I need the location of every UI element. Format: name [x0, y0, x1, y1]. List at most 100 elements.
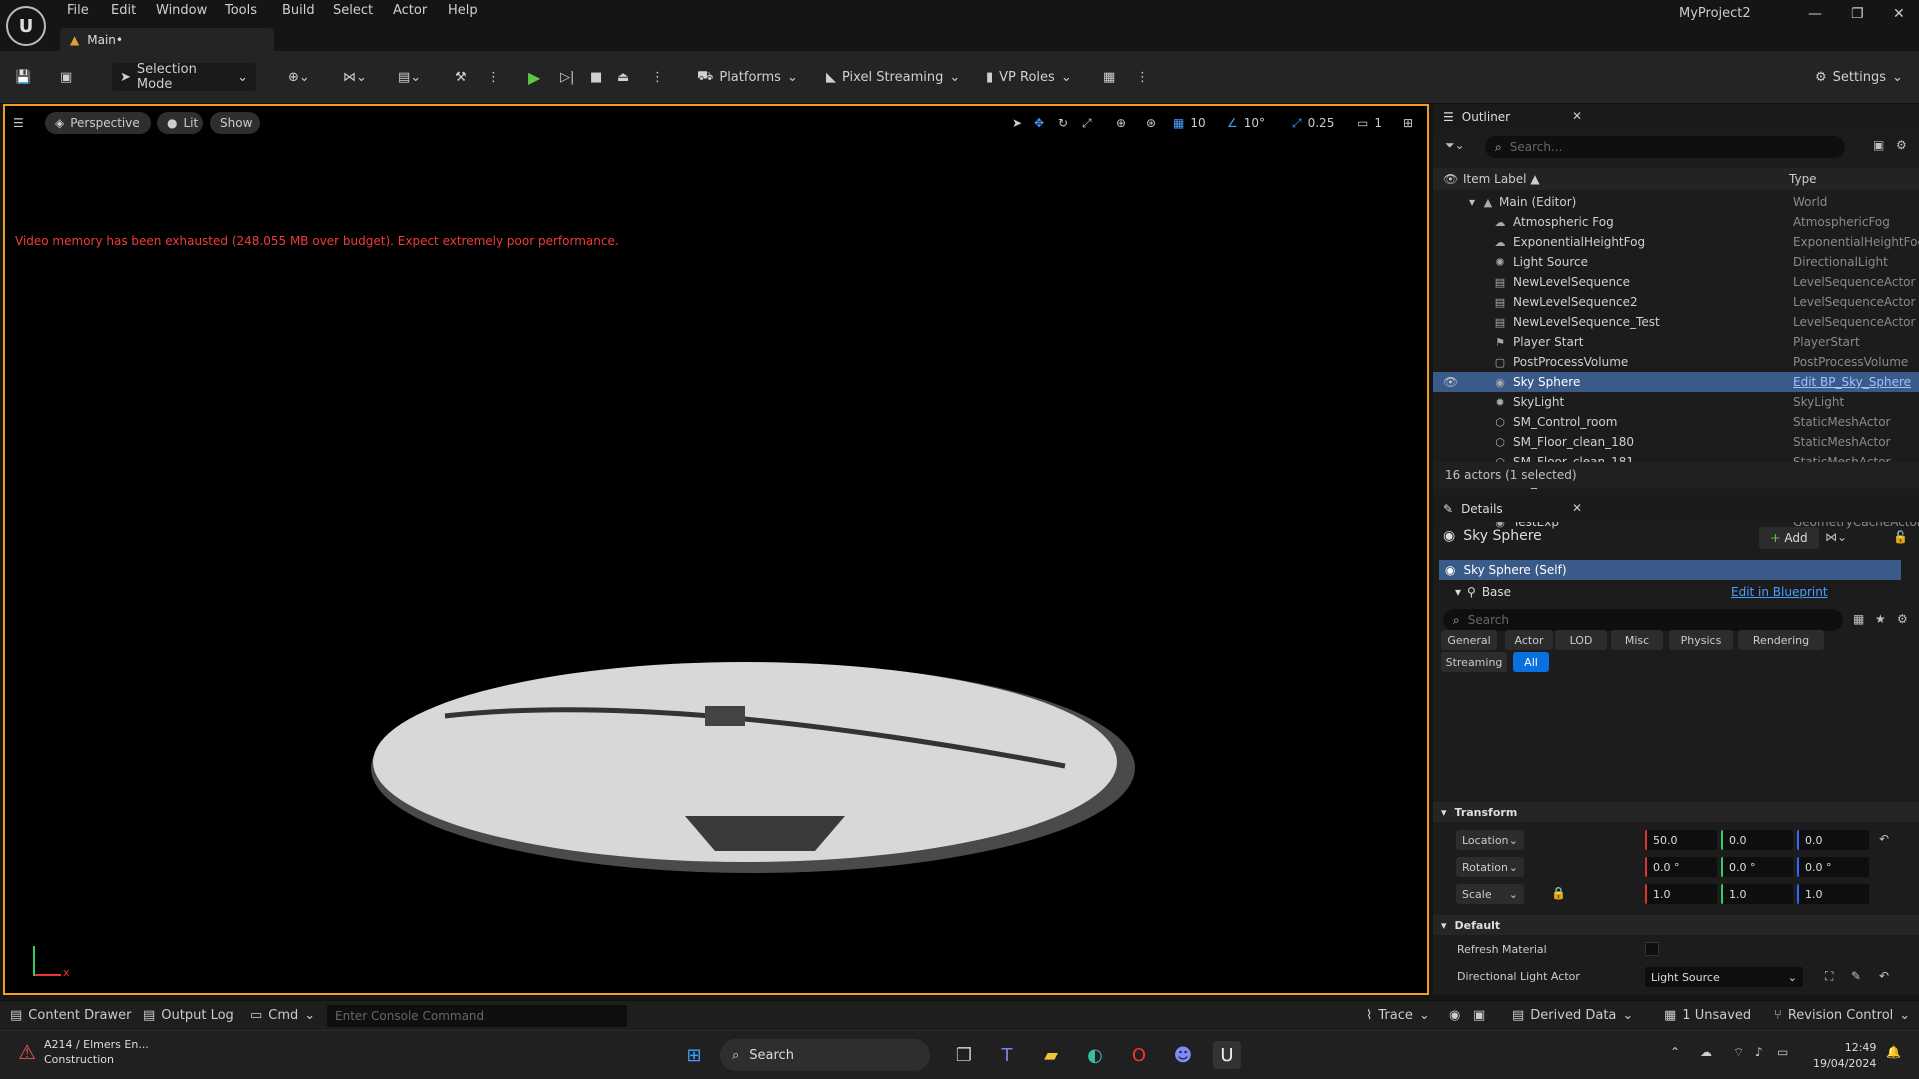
add-component-button[interactable]: + Add: [1759, 527, 1819, 549]
outliner-row[interactable]: ▢ PostProcessVolume PostProcessVolume: [1433, 352, 1919, 372]
unreal-logo-icon[interactable]: U: [6, 6, 46, 46]
browse-icon[interactable]: ▣: [60, 63, 72, 91]
close-icon[interactable]: ✕: [1572, 109, 1582, 123]
default-section[interactable]: ▾ Default: [1433, 915, 1919, 935]
clock[interactable]: 12:49 19/04/2024: [1813, 1040, 1876, 1072]
outliner-row[interactable]: ☁ Atmospheric Fog AtmosphericFog: [1433, 212, 1919, 232]
console-input[interactable]: Enter Console Command: [327, 1005, 627, 1027]
rotation-y-field[interactable]: 0.0 °: [1721, 857, 1793, 877]
outliner-row[interactable]: ✺ Light Source DirectionalLight: [1433, 252, 1919, 272]
cmd-dropdown[interactable]: ▭ Cmd ⌄: [250, 1008, 315, 1023]
more-icon[interactable]: ⋮: [487, 63, 500, 91]
blueprint-options-icon[interactable]: ⋈⌄: [1825, 530, 1847, 544]
discord-icon[interactable]: ☻: [1169, 1041, 1197, 1069]
menu-actor[interactable]: Actor: [393, 3, 427, 18]
filter-misc[interactable]: Misc: [1611, 630, 1663, 650]
lit-button[interactable]: ● Lit: [157, 112, 203, 134]
menu-select[interactable]: Select: [333, 3, 373, 18]
outliner-row[interactable]: ⬡ SM_Control_room StaticMeshActor: [1433, 412, 1919, 432]
notification-icon[interactable]: 🔔: [1886, 1045, 1901, 1059]
rotation-dropdown[interactable]: Rotation ⌄: [1456, 857, 1524, 877]
translate-tool-icon[interactable]: ✥: [1034, 112, 1044, 134]
task-view-icon[interactable]: ❐: [950, 1041, 978, 1069]
platforms-button[interactable]: ⛟ Platforms ⌄: [697, 63, 798, 91]
scale-y-field[interactable]: 1.0: [1721, 884, 1793, 904]
vp-roles-button[interactable]: ▮ VP Roles ⌄: [986, 63, 1072, 91]
filter-streaming[interactable]: Streaming: [1441, 652, 1507, 672]
reset-icon[interactable]: ↶: [1879, 832, 1889, 846]
menu-build[interactable]: Build: [282, 3, 315, 18]
world-icon[interactable]: ⊕: [1116, 112, 1126, 134]
volume-icon[interactable]: ♪: [1755, 1045, 1763, 1059]
refresh-material-checkbox[interactable]: [1645, 942, 1659, 956]
pixel-streaming-button[interactable]: ◣ Pixel Streaming ⌄: [826, 63, 960, 91]
outliner-row[interactable]: ☁ ExponentialHeightFog ExponentialHeightFo…: [1433, 232, 1919, 252]
record-icon[interactable]: ◉: [1449, 1008, 1460, 1023]
hamburger-menu-icon[interactable]: ☰: [13, 112, 24, 134]
play-icon[interactable]: ▶: [528, 63, 540, 91]
filter-physics[interactable]: Physics: [1669, 630, 1733, 650]
scale-z-field[interactable]: 1.0: [1797, 884, 1869, 904]
filter-general[interactable]: General: [1441, 630, 1497, 650]
gear-icon[interactable]: ⚙: [1897, 612, 1908, 626]
add-folder-icon[interactable]: ▣: [1873, 138, 1884, 152]
unreal-taskbar-icon[interactable]: U: [1213, 1041, 1241, 1069]
browse-icon[interactable]: ⛶: [1825, 969, 1833, 984]
menu-file[interactable]: File: [67, 3, 89, 18]
location-y-field[interactable]: 0.0: [1721, 830, 1793, 850]
rotate-tool-icon[interactable]: ↻: [1058, 112, 1068, 134]
add-actor-icon[interactable]: ⊕⌄: [288, 63, 310, 91]
visibility-icon[interactable]: 👁: [1443, 375, 1458, 389]
menu-help[interactable]: Help: [448, 3, 478, 18]
battery-icon[interactable]: ▭: [1777, 1045, 1788, 1059]
rotation-snap-button[interactable]: ∠ 10°: [1227, 112, 1265, 134]
details-tab[interactable]: ✎ Details ✕: [1433, 496, 1919, 522]
outliner-row[interactable]: ⬡ SM_Floor_clean_180 StaticMeshActor: [1433, 432, 1919, 452]
directional-light-actor-dropdown[interactable]: Light Source ⌄: [1645, 967, 1803, 987]
outliner-row[interactable]: 👁 ◉ Sky Sphere Edit BP_Sky_Sphere: [1433, 372, 1919, 392]
filter-lod[interactable]: LOD: [1555, 630, 1607, 650]
edge-icon[interactable]: ◐: [1081, 1041, 1109, 1069]
perspective-button[interactable]: ◈ Perspective: [45, 112, 151, 134]
tab-main[interactable]: ▲ Main•: [60, 28, 274, 52]
minimize-icon[interactable]: —: [1808, 6, 1822, 22]
selection-mode-dropdown[interactable]: ➤ Selection Mode ⌄: [112, 62, 256, 92]
outliner-search-input[interactable]: ⌕ Search...: [1485, 136, 1845, 158]
outliner-row[interactable]: ▤ NewLevelSequence LevelSequenceActor: [1433, 272, 1919, 292]
rotation-z-field[interactable]: 0.0 °: [1797, 857, 1869, 877]
outliner-root-row[interactable]: ▾ ▲ Main (Editor) World: [1433, 192, 1919, 212]
cinematics-icon[interactable]: ▤⌄: [398, 63, 421, 91]
camera-speed-button[interactable]: ▭ 1: [1357, 112, 1382, 134]
cloud-icon[interactable]: ☁: [1700, 1045, 1712, 1059]
derived-data-dropdown[interactable]: ▤ Derived Data ⌄: [1512, 1008, 1633, 1023]
menu-window[interactable]: Window: [156, 3, 207, 18]
location-z-field[interactable]: 0.0: [1797, 830, 1869, 850]
show-button[interactable]: Show: [210, 112, 260, 134]
table-view-icon[interactable]: ▦: [1853, 612, 1864, 626]
transform-section[interactable]: ▾ Transform: [1433, 802, 1919, 822]
opera-icon[interactable]: O: [1125, 1041, 1153, 1069]
scale-dropdown[interactable]: Scale ⌄: [1456, 884, 1524, 904]
device-icon[interactable]: ▦: [1103, 63, 1115, 91]
build-icon[interactable]: ⚒: [455, 63, 467, 91]
windows-start-icon[interactable]: ⊞: [680, 1041, 708, 1069]
save-icon[interactable]: 💾: [15, 63, 31, 91]
grid-snap-button[interactable]: ▦ 10: [1173, 112, 1206, 134]
scale-snap-button[interactable]: ⤢ 0.25: [1292, 112, 1334, 134]
trace-dropdown[interactable]: ⌇ Trace ⌄: [1366, 1008, 1430, 1023]
outliner-tab[interactable]: ☰ Outliner ✕: [1433, 104, 1919, 130]
menu-tools[interactable]: Tools: [225, 3, 257, 18]
rotation-x-field[interactable]: 0.0 °: [1645, 857, 1717, 877]
col-item-label[interactable]: Item Label ▲: [1463, 172, 1540, 186]
outliner-row[interactable]: ⚑ Player Start PlayerStart: [1433, 332, 1919, 352]
picker-icon[interactable]: ✎: [1851, 969, 1861, 983]
outliner-row[interactable]: ▤ NewLevelSequence_Test LevelSequenceActor: [1433, 312, 1919, 332]
layout-icon[interactable]: ⊞: [1403, 112, 1413, 134]
lock-icon[interactable]: 🔓: [1893, 530, 1908, 544]
col-type[interactable]: Type: [1789, 172, 1817, 186]
weather-widget[interactable]: ⚠ A214 / Elmers En... Construction: [18, 1037, 149, 1067]
output-log-button[interactable]: ▤ Output Log: [143, 1008, 234, 1023]
edit-in-blueprint-link[interactable]: Edit in Blueprint: [1731, 585, 1828, 599]
unsaved-button[interactable]: ▦ 1 Unsaved: [1664, 1008, 1751, 1023]
edit-blueprint-link[interactable]: Edit BP_Sky_Sphere: [1793, 375, 1919, 389]
